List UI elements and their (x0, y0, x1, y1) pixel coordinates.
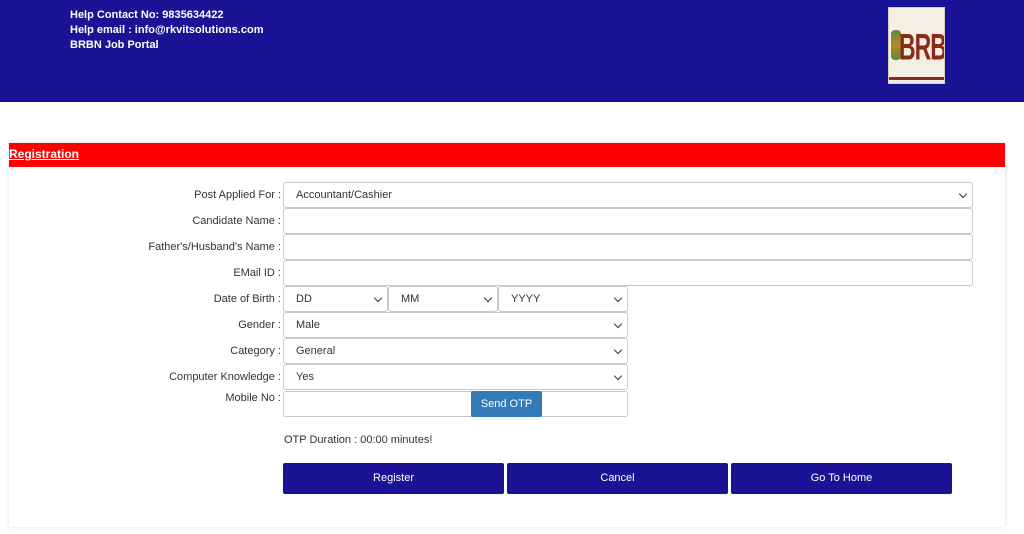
computer-knowledge-select[interactable]: Yes (283, 364, 628, 390)
chevron-down-icon (613, 319, 623, 329)
portal-name: BRBN Job Portal (70, 39, 159, 51)
site-header: Help Contact No: 9835634422 Help email :… (0, 0, 1024, 102)
logo-text: BRBN (899, 26, 945, 68)
registration-title[interactable]: Registration (9, 147, 79, 161)
dob-month-select[interactable]: MM (388, 286, 498, 312)
panel-header: Registration (9, 143, 1005, 167)
candidate-name-input[interactable] (283, 208, 973, 234)
gender-label: Gender : (238, 319, 281, 331)
gender-select[interactable]: Male (283, 312, 628, 338)
email-input[interactable] (283, 260, 973, 286)
post-applied-value: Accountant/Cashier (296, 189, 392, 201)
dob-month-value: MM (401, 293, 420, 305)
chevron-down-icon (613, 345, 623, 355)
dob-year-value: YYYY (511, 293, 541, 305)
go-to-home-button[interactable]: Go To Home (731, 463, 952, 494)
father-husband-name-label: Father's/Husband's Name : (148, 241, 281, 253)
dob-day-select[interactable]: DD (283, 286, 388, 312)
chevron-down-icon (483, 293, 493, 303)
gender-value: Male (296, 319, 320, 331)
candidate-name-label: Candidate Name : (192, 215, 281, 227)
computer-knowledge-value: Yes (296, 371, 314, 383)
help-contact: Help Contact No: 9835634422 (70, 9, 224, 21)
help-info: Help Contact No: 9835634422 Help email :… (70, 8, 263, 53)
chevron-down-icon (613, 371, 623, 381)
post-applied-select[interactable]: Accountant/Cashier (283, 182, 973, 208)
send-otp-button[interactable]: Send OTP (471, 391, 542, 417)
father-husband-name-input[interactable] (283, 234, 973, 260)
category-value: General (296, 345, 336, 357)
otp-duration-text: OTP Duration : 00:00 minutes! (284, 434, 433, 446)
registration-panel: Registration Post Applied For : Accounta… (9, 143, 1005, 527)
cancel-button[interactable]: Cancel (507, 463, 728, 494)
category-select[interactable]: General (283, 338, 628, 364)
dob-year-select[interactable]: YYYY (498, 286, 628, 312)
help-email: Help email : info@rkvitsolutions.com (70, 24, 264, 36)
post-applied-label: Post Applied For : (194, 189, 281, 201)
mobile-label: Mobile No : (225, 392, 281, 404)
register-button[interactable]: Register (283, 463, 504, 494)
mobile-input[interactable] (283, 391, 628, 417)
category-label: Category : (230, 345, 281, 357)
email-label: EMail ID : (233, 267, 281, 279)
logo-underline (889, 77, 944, 80)
brbn-logo: BRBN (888, 7, 945, 84)
dob-label: Date of Birth : (213, 293, 281, 305)
chevron-down-icon (373, 293, 383, 303)
dob-day-value: DD (296, 293, 312, 305)
chevron-down-icon (958, 189, 968, 199)
chevron-down-icon (613, 293, 623, 303)
